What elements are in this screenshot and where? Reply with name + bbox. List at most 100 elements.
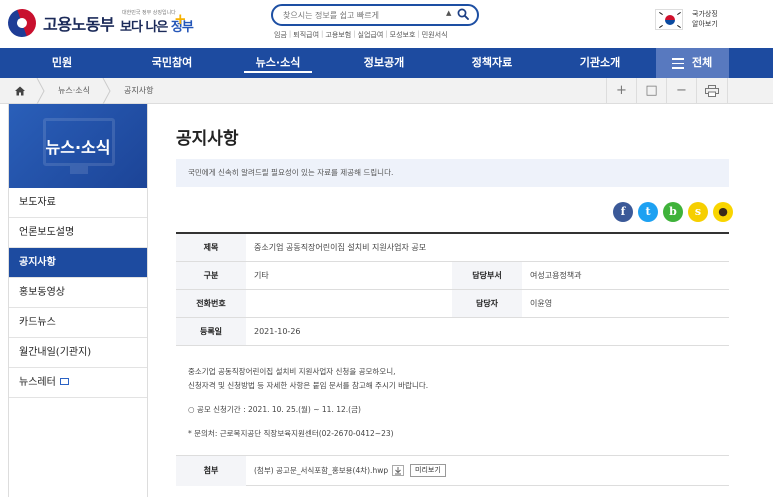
sidebar-item-label: 공지사항 (19, 257, 56, 268)
sidebar-item-label: 홍보동영상 (19, 287, 65, 298)
search-input[interactable] (283, 8, 443, 22)
logo-text: 고용노동부 (43, 15, 115, 34)
breadcrumb-item-notice[interactable]: 공지사항 (124, 78, 153, 104)
search-icon[interactable] (457, 8, 469, 20)
zoom-reset-button[interactable]: □ (636, 78, 666, 104)
nav-item-policy[interactable]: 정책자료 (444, 48, 540, 78)
quick-link[interactable]: 민원서식 (422, 30, 448, 40)
quick-link[interactable]: 실업급여 (358, 30, 384, 40)
home-icon[interactable] (14, 85, 26, 97)
sidebar-item-newsletter[interactable]: 뉴스레터 (9, 368, 147, 398)
share-buttons: f t b s ● (608, 202, 733, 224)
band-share-icon[interactable]: b (663, 202, 683, 222)
attachment-header: 첨부 (176, 456, 246, 486)
sidebar-item-promo-video[interactable]: 홍보동영상 (9, 278, 147, 308)
quick-link-separator: | (288, 30, 292, 38)
sidebar-item-notice[interactable]: 공지사항 (9, 248, 147, 278)
body-line-1: 중소기업 공동직장어린이집 설치비 지원사업자 신청을 공모하오니, (188, 367, 396, 376)
nav-item-info-disclosure[interactable]: 정보공개 (336, 48, 432, 78)
title-value: 중소기업 공동직장어린이집 설치비 지원사업자 공모 (254, 243, 427, 252)
government-emblem-icon (4, 5, 40, 41)
page-title: 공지사항 (176, 129, 239, 149)
slogan-plus-icon: + (174, 10, 187, 28)
attachment-file-link[interactable]: (첨부) 공고문_서식포함_홍보용(4차).hwp (254, 456, 388, 486)
nav-item-civil-service[interactable]: 민원 (14, 48, 110, 78)
preview-button[interactable]: 미리보기 (410, 464, 446, 477)
page-intro: 국민에게 신속히 알려드릴 필요성이 있는 자료를 제공해 드립니다. (176, 159, 729, 187)
phone-header: 전화번호 (176, 290, 246, 317)
quick-links: 임금 | 퇴직급여 | 고용보험 | 실업급여 | 모성보호 | 민원서식 (274, 30, 484, 40)
body-line-2: 신청자격 및 신청방법 등 자세한 사항은 붙임 문서를 참고해 주시기 바랍니… (188, 381, 429, 390)
download-icon[interactable] (392, 465, 404, 476)
search-toggle-caret-icon[interactable]: ▲ (446, 9, 451, 17)
date-header: 등록일 (176, 318, 246, 345)
sidebar-item-monthly-magazine[interactable]: 월간내일(기관지) (9, 338, 147, 368)
sidebar-item-label: 보도자료 (19, 197, 56, 208)
notice-body: 중소기업 공동직장어린이집 설치비 지원사업자 신청을 공모하오니, 신청자격 … (176, 346, 729, 456)
quick-link[interactable]: 퇴직급여 (293, 30, 319, 40)
department-header: 담당부서 (452, 262, 522, 289)
department-value: 여성고용정책과 (530, 271, 582, 280)
body-period: ○ 공모 신청기간 : 2021. 10. 25.(월) ~ 11. 12.(금… (188, 405, 361, 414)
sidebar-item-press-release[interactable]: 보도자료 (9, 188, 147, 218)
twitter-share-icon[interactable]: t (638, 202, 658, 222)
table-row: 전화번호 담당자 이윤영 (176, 290, 729, 318)
all-menu-button[interactable]: 전체 (656, 48, 729, 78)
sidebar-item-press-explanation[interactable]: 언론보도설명 (9, 218, 147, 248)
quick-link-separator: | (321, 30, 324, 38)
nav-item-about[interactable]: 기관소개 (552, 48, 648, 78)
date-value: 2021-10-26 (254, 327, 301, 336)
nav-item-participation[interactable]: 국민참여 (124, 48, 220, 78)
top-header: 고용노동부 대한민국 정부 상징입니다 보다 나은 정부 + ▲ 임금|퇴직급여… (0, 0, 773, 48)
symbol-line-2: 알아보기 (692, 20, 718, 28)
search-box: ▲ (271, 4, 479, 26)
sidebar: 뉴스·소식 보도자료 언론보도설명 공지사항 홍보동영상 카드뉴스 월간내일(기… (8, 104, 148, 497)
sidebar-item-label: 카드뉴스 (19, 317, 56, 328)
sidebar-item-card-news[interactable]: 카드뉴스 (9, 308, 147, 338)
title-header: 제목 (176, 234, 246, 261)
breadcrumb-separator-icon (102, 78, 111, 104)
quick-link[interactable]: 임금 (274, 30, 287, 40)
category-value: 기타 (254, 271, 269, 280)
breadcrumb-item-news[interactable]: 뉴스·소식 (58, 78, 90, 104)
notice-info-table: 제목 중소기업 공동직장어린이집 설치비 지원사업자 공모 구분 기타 담당부서… (176, 232, 729, 346)
facebook-share-icon[interactable]: f (613, 202, 633, 222)
quick-link[interactable]: 모성보호 (390, 30, 416, 40)
breadcrumb: 뉴스·소식 공지사항 + □ − (0, 78, 773, 104)
print-icon (705, 85, 719, 97)
kakaostory-share-icon[interactable]: s (688, 202, 708, 222)
sidebar-item-label: 언론보도설명 (19, 227, 75, 238)
table-row: 제목 중소기업 공동직장어린이집 설치비 지원사업자 공모 (176, 234, 729, 262)
external-link-icon (59, 377, 69, 385)
hamburger-icon (672, 58, 684, 69)
table-row: 구분 기타 담당부서 여성고용정책과 (176, 262, 729, 290)
nav-item-news[interactable]: 뉴스·소식 (230, 48, 326, 78)
main-content: 공지사항 국민에게 신속히 알려드릴 필요성이 있는 자료를 제공해 드립니다.… (176, 104, 733, 497)
quick-link-separator: | (353, 30, 356, 38)
national-symbol-link[interactable]: 국가상징 알아보기 (692, 9, 732, 29)
all-menu-label: 전체 (692, 56, 713, 69)
sidebar-title: 뉴스·소식 (45, 138, 111, 157)
quick-link[interactable]: 고용보험 (325, 30, 351, 40)
person-value: 이윤영 (530, 299, 553, 308)
phone-value (246, 290, 254, 317)
ministry-logo[interactable]: 고용노동부 (4, 5, 115, 41)
slogan-part-1: 보다 나은 (120, 20, 168, 35)
person-header: 담당자 (452, 290, 522, 317)
slogan-small-text: 대한민국 정부 상징입니다 (122, 10, 176, 16)
zoom-in-button[interactable]: + (606, 78, 636, 104)
zoom-out-button[interactable]: − (666, 78, 696, 104)
category-header: 구분 (176, 262, 246, 289)
quick-link-separator: | (385, 30, 388, 38)
national-flag-icon[interactable] (655, 9, 683, 30)
attachment-row: 첨부 (첨부) 공고문_서식포함_홍보용(4차).hwp 미리보기 (176, 456, 729, 486)
sidebar-header: 뉴스·소식 (9, 104, 147, 188)
print-button[interactable] (696, 78, 728, 104)
table-row: 등록일 2021-10-26 (176, 318, 729, 346)
kakaotalk-share-icon[interactable]: ● (713, 202, 733, 222)
sidebar-item-label: 월간내일(기관지) (19, 347, 92, 358)
main-navigation: 민원 국민참여 뉴스·소식 정보공개 정책자료 기관소개 전체 (0, 48, 773, 78)
sidebar-item-label: 뉴스레터 (19, 377, 56, 388)
government-slogan: 대한민국 정부 상징입니다 보다 나은 정부 + (120, 9, 194, 39)
body-contact: * 문의처: 근로복지공단 직장보육지원센터(02-2670-0412~23) (188, 429, 394, 438)
